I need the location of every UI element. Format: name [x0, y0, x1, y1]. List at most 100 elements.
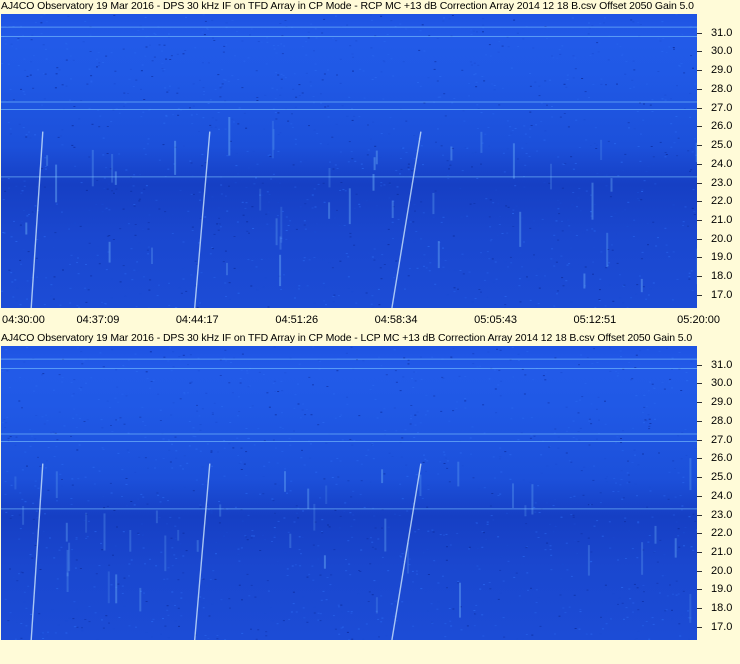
noise-speck [396, 186, 399, 188]
noise-speck [176, 53, 179, 55]
noise-speck [292, 164, 295, 166]
noise-speck [544, 379, 547, 381]
noise-speck [242, 214, 245, 216]
noise-speck [70, 498, 73, 499]
noise-speck [46, 460, 48, 462]
noise-speck [87, 500, 90, 502]
noise-speck [654, 183, 657, 185]
noise-speck [166, 609, 169, 611]
noise-speck [410, 405, 413, 406]
noise-speck [568, 225, 571, 227]
noise-speck [337, 476, 340, 478]
noise-speck [22, 91, 25, 93]
noise-speck [78, 418, 81, 420]
noise-speck [51, 609, 54, 611]
noise-speck [86, 288, 89, 290]
noise-speck [573, 523, 576, 525]
noise-speck [170, 370, 173, 372]
noise-speck [75, 427, 78, 429]
noise-speck [647, 390, 650, 392]
noise-speck [604, 400, 606, 402]
noise-speck [464, 297, 467, 299]
noise-speck [323, 73, 326, 75]
noise-speck [6, 100, 9, 101]
noise-speck [412, 387, 415, 388]
noise-speck [596, 520, 599, 522]
noise-speck [592, 479, 595, 481]
noise-speck [510, 262, 513, 264]
noise-speck [637, 522, 640, 524]
noise-speck [633, 69, 636, 71]
noise-speck [189, 107, 191, 109]
noise-speck [248, 595, 251, 597]
noise-speck [29, 445, 32, 447]
noise-speck [245, 492, 248, 494]
noise-speck [609, 547, 612, 549]
noise-speck [246, 230, 249, 232]
noise-speck [572, 437, 575, 438]
y-tick-label: 17.0 [711, 620, 733, 633]
noise-speck [565, 542, 568, 544]
noise-speck [29, 554, 32, 556]
noise-speck [675, 594, 678, 596]
noise-speck [580, 354, 583, 356]
noise-speck [639, 350, 642, 352]
noise-speck [680, 614, 683, 616]
noise-speck [264, 94, 267, 96]
noise-speck [688, 516, 691, 518]
noise-speck [380, 182, 383, 184]
noise-speck [556, 290, 559, 292]
noise-speck [619, 350, 622, 352]
noise-speck [312, 579, 315, 581]
noise-speck [70, 381, 73, 383]
noise-speck [163, 578, 166, 580]
noise-speck [476, 128, 479, 129]
noise-speck [652, 282, 655, 284]
noise-speck [256, 289, 259, 291]
noise-speck [580, 470, 583, 472]
noise-speck [189, 160, 192, 162]
noise-speck [557, 239, 560, 241]
noise-speck [343, 225, 346, 226]
noise-speck [98, 263, 101, 265]
noise-speck [444, 457, 447, 459]
noise-speck [7, 437, 10, 439]
noise-speck [218, 522, 221, 524]
noise-speck [477, 488, 480, 490]
noise-speck [682, 476, 685, 478]
noise-speck [398, 514, 401, 516]
noise-speck [399, 390, 402, 392]
noise-speck [257, 629, 260, 631]
noise-speck [535, 602, 538, 603]
noise-speck [312, 544, 315, 546]
noise-speck [645, 170, 648, 172]
noise-speck [223, 45, 226, 47]
noise-speck [4, 598, 7, 600]
noise-speck [550, 569, 553, 571]
noise-speck [241, 201, 244, 203]
emission-streak [480, 131, 483, 153]
noise-speck [118, 153, 121, 155]
noise-speck [412, 221, 415, 223]
noise-speck [676, 85, 678, 87]
noise-speck [521, 638, 524, 640]
noise-speck [194, 436, 197, 438]
noise-speck [250, 628, 252, 630]
noise-speck [426, 410, 429, 412]
noise-speck [365, 200, 368, 202]
noise-speck [647, 166, 650, 168]
noise-speck [209, 253, 212, 255]
noise-speck [388, 452, 391, 454]
noise-speck [552, 505, 555, 507]
noise-speck [546, 465, 549, 467]
noise-speck [589, 504, 592, 506]
noise-speck [247, 167, 250, 169]
noise-speck [400, 556, 403, 558]
noise-speck [358, 203, 361, 205]
noise-speck [361, 168, 364, 169]
noise-speck [681, 34, 684, 36]
noise-speck [295, 228, 298, 230]
noise-speck [94, 612, 97, 614]
noise-speck [631, 378, 634, 380]
noise-speck [348, 639, 350, 640]
